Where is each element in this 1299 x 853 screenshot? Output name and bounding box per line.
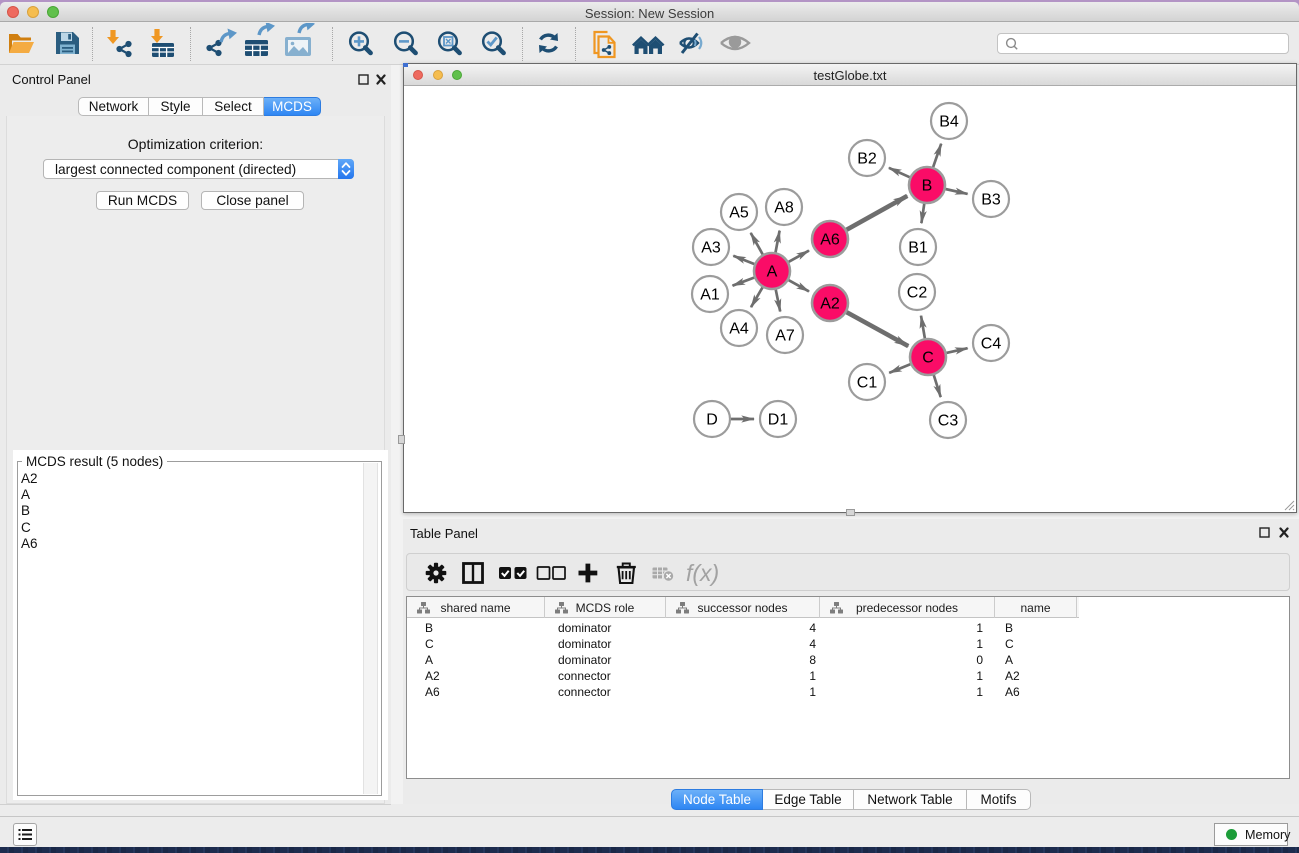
svg-text:D1: D1 [768,412,789,429]
svg-text:A7: A7 [775,328,795,345]
svg-text:C1: C1 [857,375,878,392]
svg-text:f(x): f(x) [686,560,719,586]
svg-text:B2: B2 [857,151,877,168]
svg-text:C: C [922,350,934,367]
svg-text:D: D [706,412,718,429]
svg-text:B1: B1 [908,240,928,257]
svg-text:B: B [922,178,933,195]
svg-text:A2: A2 [820,296,840,313]
svg-text:A3: A3 [701,240,721,257]
svg-text:C4: C4 [981,336,1002,353]
svg-text:A1: A1 [700,287,720,304]
svg-text:C3: C3 [938,413,959,430]
svg-text:C2: C2 [907,285,928,302]
svg-text:A4: A4 [729,321,749,338]
svg-text:A5: A5 [729,205,749,222]
svg-text:A6: A6 [820,232,840,249]
svg-text:A: A [767,264,778,281]
svg-text:B3: B3 [981,192,1001,209]
svg-text:A8: A8 [774,200,794,217]
svg-text:B4: B4 [939,114,959,131]
